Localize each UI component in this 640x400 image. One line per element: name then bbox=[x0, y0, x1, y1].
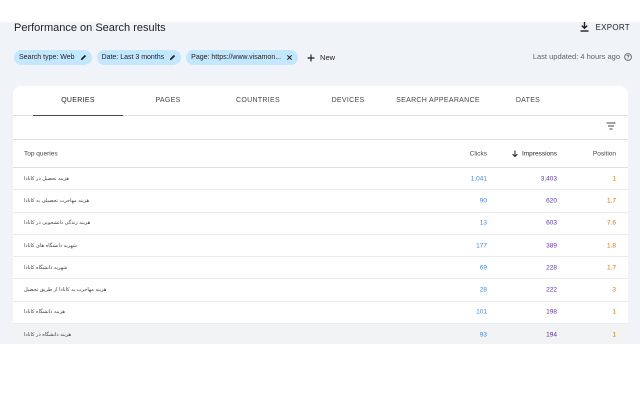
query-text: هزینه مهاجرت به کانادا از طریق تحصیل bbox=[24, 287, 107, 294]
table-row[interactable]: هزینه دانشگاه در کانادا 93 194 1 bbox=[13, 324, 628, 344]
impressions-value: 603 bbox=[546, 219, 557, 227]
last-updated-text: Last updated: 4 hours ago bbox=[532, 52, 620, 61]
impressions-value: 3,403 bbox=[540, 175, 557, 183]
table-row[interactable]: شهریه دانشگاه های کانادا 177 389 1.8 bbox=[13, 235, 628, 258]
pencil-icon[interactable] bbox=[80, 54, 87, 61]
tab-search-appearance[interactable]: SEARCH APPEARANCE bbox=[393, 86, 483, 115]
help-icon[interactable] bbox=[624, 52, 632, 61]
query-text: هزینه تحصیل در کانادا bbox=[24, 175, 70, 182]
clicks-value: 13 bbox=[479, 219, 487, 227]
query-text: هزینه دانشگاه کانادا bbox=[24, 309, 65, 316]
table-row[interactable]: هزینه تحصیل در کانادا 1,041 3,403 1 bbox=[13, 168, 628, 191]
table-row[interactable]: هزینه مهاجرت به کانادا از طریق تحصیل 28 … bbox=[13, 279, 628, 302]
pencil-icon[interactable] bbox=[169, 54, 176, 61]
clicks-value: 1,041 bbox=[470, 175, 487, 183]
close-icon[interactable] bbox=[286, 54, 293, 61]
download-icon bbox=[580, 22, 589, 32]
position-value: 1.7 bbox=[606, 264, 616, 272]
filter-bar: Search type: Web Date: Last 3 months Pag… bbox=[14, 49, 335, 66]
position-value: 1 bbox=[612, 331, 616, 339]
clicks-value: 28 bbox=[479, 286, 487, 294]
tab-dates[interactable]: DATES bbox=[483, 86, 573, 115]
query-text: هزینه دانشگاه در کانادا bbox=[24, 331, 72, 338]
page-header: Performance on Search results EXPORT bbox=[14, 22, 640, 48]
results-card: QUERIES PAGES COUNTRIES DEVICES SEARCH A… bbox=[13, 86, 628, 344]
chip-date[interactable]: Date: Last 3 months bbox=[96, 50, 182, 65]
search-console-app: Performance on Search results EXPORT Sea… bbox=[0, 0, 640, 400]
page-title: Performance on Search results bbox=[14, 22, 166, 34]
header-position[interactable]: Position bbox=[593, 150, 616, 157]
position-value: 1 bbox=[612, 308, 616, 316]
table-row[interactable]: شهریه دانشگاه کانادا 69 228 1.7 bbox=[13, 257, 628, 280]
table-row[interactable]: هزینه زندگی دانشجویی در کانادا 13 603 7.… bbox=[13, 213, 628, 235]
impressions-value: 198 bbox=[546, 308, 557, 316]
header-clicks[interactable]: Clicks bbox=[470, 150, 487, 157]
chip-search-type[interactable]: Search type: Web bbox=[14, 50, 92, 65]
position-value: 1 bbox=[612, 175, 616, 183]
tab-pages[interactable]: PAGES bbox=[123, 86, 213, 115]
export-button[interactable]: EXPORT bbox=[580, 22, 630, 32]
arrow-down-icon bbox=[512, 150, 518, 157]
clicks-value: 93 bbox=[479, 331, 487, 339]
last-updated: Last updated: 4 hours ago bbox=[533, 52, 632, 61]
chip-label: Date: Last 3 months bbox=[101, 54, 165, 61]
table-row[interactable]: هزینه دانشگاه کانادا 101 198 1 bbox=[13, 302, 628, 325]
clicks-value: 69 bbox=[479, 264, 487, 272]
tab-queries[interactable]: QUERIES bbox=[33, 86, 123, 116]
query-text: هزینه مهاجرت تحصیلی به کانادا bbox=[24, 197, 90, 204]
table-filter-row bbox=[13, 116, 628, 140]
clicks-value: 90 bbox=[479, 197, 487, 205]
impressions-value: 222 bbox=[546, 286, 557, 294]
tab-countries[interactable]: COUNTRIES bbox=[213, 86, 303, 115]
tab-bar: QUERIES PAGES COUNTRIES DEVICES SEARCH A… bbox=[13, 86, 628, 116]
position-value: 7.6 bbox=[606, 219, 616, 227]
tab-devices[interactable]: DEVICES bbox=[303, 86, 393, 115]
query-text: هزینه زندگی دانشجویی در کانادا bbox=[24, 220, 91, 227]
impressions-value: 389 bbox=[546, 242, 557, 250]
position-value: 1.8 bbox=[606, 242, 616, 250]
chip-page[interactable]: Page: https://www.visamon... bbox=[186, 50, 299, 65]
position-value: 3 bbox=[612, 286, 616, 294]
chip-label: Page: https://www.visamon... bbox=[191, 54, 282, 61]
clicks-value: 101 bbox=[476, 308, 487, 316]
query-text: شهریه دانشگاه کانادا bbox=[24, 264, 68, 271]
header-impressions-label: Impressions bbox=[521, 150, 557, 157]
chip-label: Search type: Web bbox=[19, 54, 75, 61]
header-top-queries[interactable]: Top queries bbox=[24, 150, 58, 157]
new-label: New bbox=[320, 53, 336, 62]
table-row[interactable]: هزینه مهاجرت تحصیلی به کانادا 90 620 1.7 bbox=[13, 190, 628, 213]
performance-panel: Performance on Search results EXPORT Sea… bbox=[0, 22, 640, 344]
table-header: Top queries Clicks Impressions Position bbox=[13, 140, 628, 168]
filter-icon[interactable] bbox=[606, 122, 616, 130]
export-label: EXPORT bbox=[595, 22, 630, 32]
impressions-value: 194 bbox=[546, 331, 557, 339]
clicks-value: 177 bbox=[476, 242, 487, 250]
impressions-value: 620 bbox=[546, 197, 557, 205]
header-impressions[interactable]: Impressions bbox=[512, 150, 557, 157]
impressions-value: 228 bbox=[546, 264, 557, 272]
plus-icon bbox=[307, 54, 315, 61]
new-filter-button[interactable]: New bbox=[307, 53, 335, 62]
position-value: 1.7 bbox=[606, 197, 616, 205]
query-text: شهریه دانشگاه های کانادا bbox=[24, 242, 77, 249]
